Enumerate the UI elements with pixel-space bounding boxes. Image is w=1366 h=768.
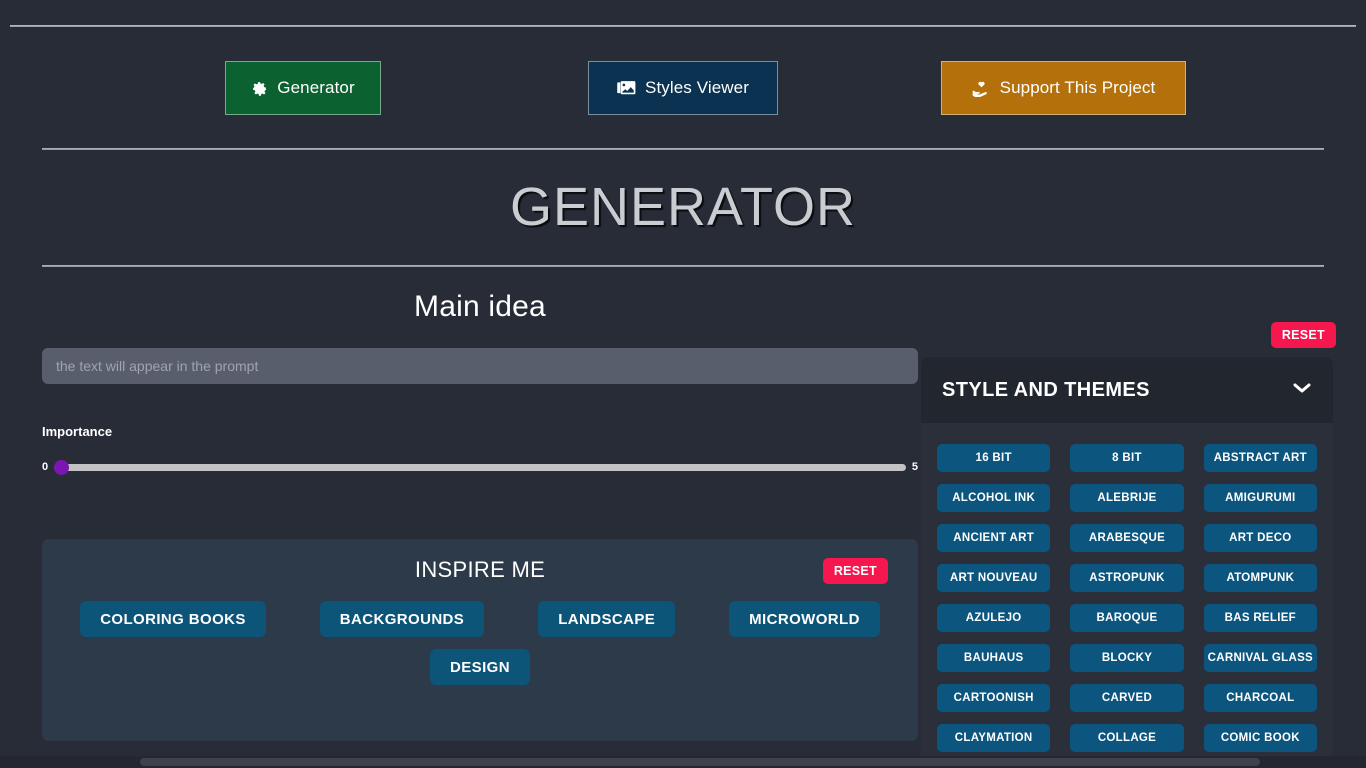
style-button-cartoonish[interactable]: CARTOONISH <box>937 684 1050 712</box>
slider-min-label: 0 <box>42 461 48 473</box>
style-and-themes-title: STYLE AND THEMES <box>942 379 1150 402</box>
nav-button-styles-viewer[interactable]: Styles Viewer <box>588 61 778 115</box>
style-button-blocky[interactable]: BLOCKY <box>1070 644 1183 672</box>
inspire-chip-design[interactable]: DESIGN <box>430 649 530 685</box>
style-button-charcoal[interactable]: CHARCOAL <box>1204 684 1317 712</box>
inspire-me-header: INSPIRE ME RESET <box>42 539 918 601</box>
nav-button-support-this-project[interactable]: Support This Project <box>941 61 1186 115</box>
inspire-me-chip-row-1: COLORING BOOKS BACKGROUNDS LANDSCAPE MIC… <box>42 601 918 649</box>
images-icon <box>617 80 636 97</box>
main-idea-input[interactable] <box>42 348 918 384</box>
style-button-comic-book[interactable]: COMIC BOOK <box>1204 724 1317 752</box>
horizontal-scrollbar[interactable] <box>0 756 1366 768</box>
style-button-carved[interactable]: CARVED <box>1070 684 1183 712</box>
inspire-me-panel: INSPIRE ME RESET COLORING BOOKS BACKGROU… <box>42 539 918 741</box>
style-button-atompunk[interactable]: ATOMPUNK <box>1204 564 1317 592</box>
nav-button-styles-viewer-label: Styles Viewer <box>645 78 749 98</box>
style-button-ancient-art[interactable]: ANCIENT ART <box>937 524 1050 552</box>
style-button-baroque[interactable]: BAROQUE <box>1070 604 1183 632</box>
title-divider-bottom <box>42 265 1324 267</box>
page-title: GENERATOR <box>0 176 1366 238</box>
style-button-16-bit[interactable]: 16 BIT <box>937 444 1050 472</box>
style-button-alcohol-ink[interactable]: ALCOHOL INK <box>937 484 1050 512</box>
gear-icon <box>251 80 268 97</box>
style-button-azulejo[interactable]: AZULEJO <box>937 604 1050 632</box>
horizontal-scrollbar-thumb[interactable] <box>140 758 1260 766</box>
style-button-bas-relief[interactable]: BAS RELIEF <box>1204 604 1317 632</box>
slider-thumb[interactable] <box>54 460 69 475</box>
style-themes-reset-button[interactable]: RESET <box>1271 322 1336 348</box>
top-navigation: Generator Styles Viewer Support This Pro… <box>0 61 1366 115</box>
style-and-themes-panel: STYLE AND THEMES 16 BIT 8 BIT ABSTRACT ART… <box>921 357 1333 768</box>
style-button-collage[interactable]: COLLAGE <box>1070 724 1183 752</box>
style-button-claymation[interactable]: CLAYMATION <box>937 724 1050 752</box>
style-button-art-deco[interactable]: ART DECO <box>1204 524 1317 552</box>
inspire-chip-coloring-books[interactable]: COLORING BOOKS <box>80 601 266 637</box>
nav-button-generator-label: Generator <box>277 78 354 98</box>
style-button-art-nouveau[interactable]: ART NOUVEAU <box>937 564 1050 592</box>
chevron-down-icon[interactable] <box>1293 381 1311 399</box>
importance-slider[interactable] <box>54 459 906 475</box>
importance-label: Importance <box>42 424 918 439</box>
inspire-me-chip-row-2: DESIGN <box>42 649 918 697</box>
style-and-themes-header[interactable]: STYLE AND THEMES <box>921 357 1333 423</box>
style-button-amigurumi[interactable]: AMIGURUMI <box>1204 484 1317 512</box>
main-idea-title: Main idea <box>42 290 918 324</box>
inspire-me-title: INSPIRE ME <box>42 557 918 583</box>
slider-track <box>54 464 906 471</box>
inspire-chip-backgrounds[interactable]: BACKGROUNDS <box>320 601 484 637</box>
main-idea-section: Main idea Importance 0 5 <box>42 290 918 475</box>
title-divider-top <box>42 148 1324 150</box>
style-buttons-grid: 16 BIT 8 BIT ABSTRACT ART ALCOHOL INK ALEBRI… <box>921 423 1333 752</box>
importance-slider-row: 0 5 <box>42 459 918 475</box>
style-button-carnival-glass[interactable]: CARNIVAL GLASS <box>1204 644 1317 672</box>
inspire-me-reset-button[interactable]: RESET <box>823 558 888 584</box>
style-button-abstract-art[interactable]: ABSTRACT ART <box>1204 444 1317 472</box>
hand-holding-heart-icon <box>972 80 991 97</box>
style-button-arabesque[interactable]: ARABESQUE <box>1070 524 1183 552</box>
inspire-chip-microworld[interactable]: MICROWORLD <box>729 601 880 637</box>
style-button-8-bit[interactable]: 8 BIT <box>1070 444 1183 472</box>
top-divider <box>10 25 1356 27</box>
nav-button-support-this-project-label: Support This Project <box>1000 78 1156 98</box>
style-button-astropunk[interactable]: ASTROPUNK <box>1070 564 1183 592</box>
inspire-chip-landscape[interactable]: LANDSCAPE <box>538 601 675 637</box>
nav-button-generator[interactable]: Generator <box>225 61 381 115</box>
style-button-alebrije[interactable]: ALEBRIJE <box>1070 484 1183 512</box>
style-button-bauhaus[interactable]: BAUHAUS <box>937 644 1050 672</box>
slider-max-label: 5 <box>912 461 918 473</box>
